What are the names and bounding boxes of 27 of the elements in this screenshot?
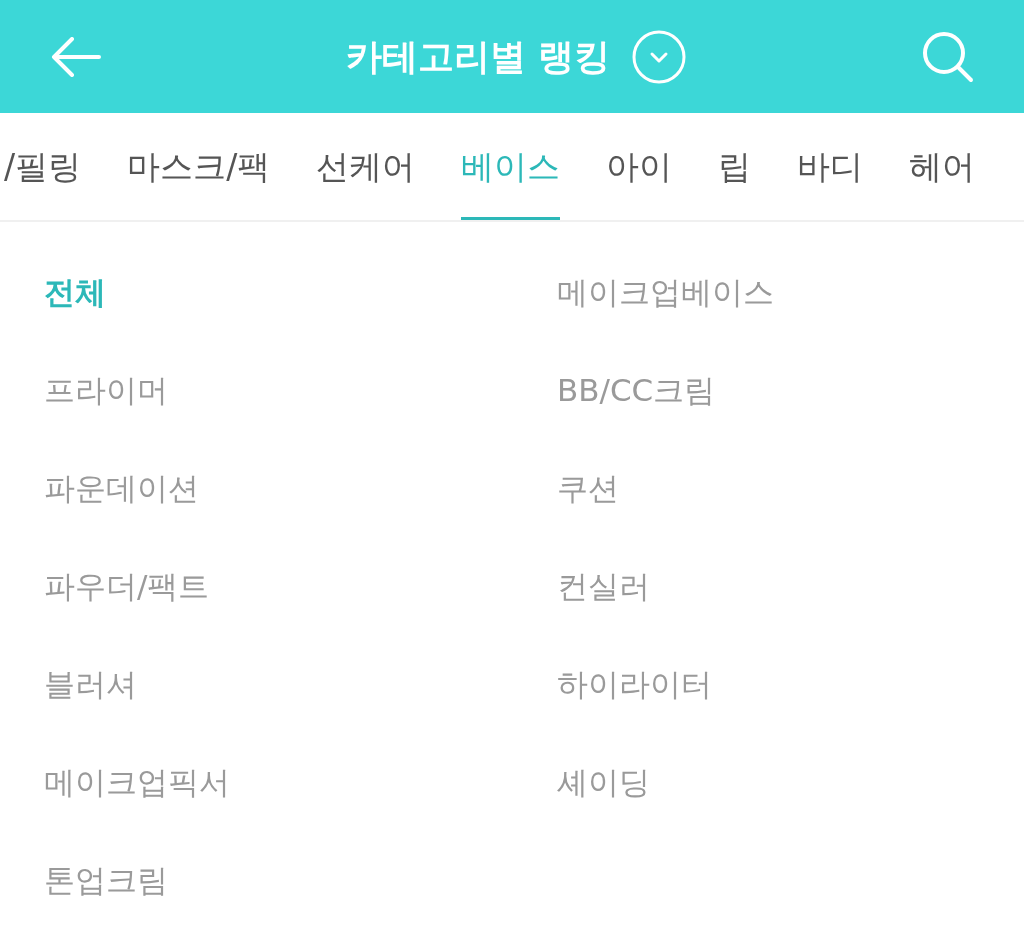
page-title: 카테고리별 랭킹 xyxy=(345,38,611,75)
dropdown-button[interactable] xyxy=(632,29,687,84)
search-button[interactable] xyxy=(922,30,974,83)
subcategory-item[interactable]: 톤업크림 xyxy=(44,864,168,896)
subcategory-item[interactable]: BB/CC크림 xyxy=(557,374,716,406)
category-tab[interactable]: 베이스 xyxy=(461,113,561,220)
subcategory-item[interactable]: 블러셔 xyxy=(44,668,137,700)
subcategory-item[interactable]: 셰이딩 xyxy=(557,766,650,798)
subcategory-item[interactable]: 프라이머 xyxy=(44,374,168,406)
subcategory-item[interactable]: 파운데이션 xyxy=(44,472,199,504)
subcategory-item[interactable]: 메이크업픽서 xyxy=(44,766,230,798)
subcategory-item[interactable]: 파우더/팩트 xyxy=(44,570,210,602)
subcategory-item[interactable]: 메이크업베이스 xyxy=(557,276,774,308)
subcategory-item[interactable]: 컨실러 xyxy=(557,570,650,602)
category-tab[interactable]: 선케어 xyxy=(316,113,416,220)
search-icon xyxy=(922,30,974,83)
category-tab[interactable]: 아이 xyxy=(606,113,673,220)
category-tab[interactable]: 립 xyxy=(718,113,752,220)
category-tab[interactable]: 바디 xyxy=(797,113,864,220)
category-tab[interactable]: 마스크/팩 xyxy=(127,113,271,220)
subcategory-item[interactable]: 쿠션 xyxy=(557,472,619,504)
category-tab[interactable]: /필링 xyxy=(4,113,82,220)
chevron-circle-icon xyxy=(632,29,687,84)
subcategory-item[interactable]: 하이라이터 xyxy=(557,668,712,700)
subcategory-item[interactable]: 전체 xyxy=(44,276,106,308)
back-arrow-icon xyxy=(51,36,101,77)
category-tab[interactable]: 헤어 xyxy=(909,113,976,220)
